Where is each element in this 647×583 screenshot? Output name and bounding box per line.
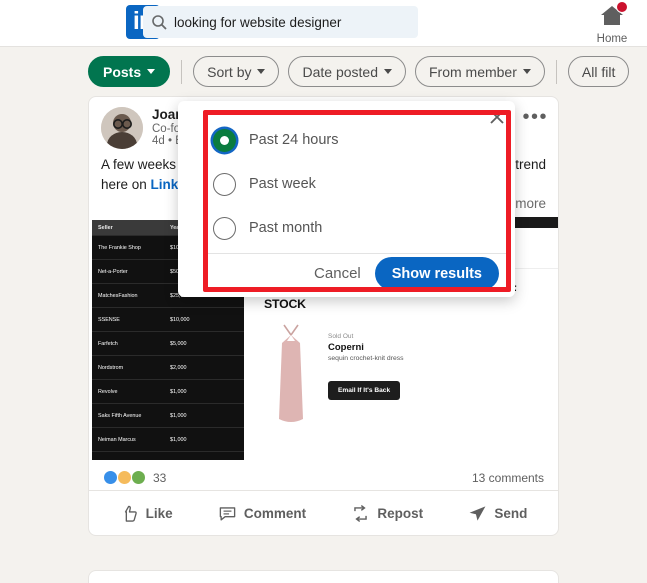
notification-badge bbox=[616, 1, 628, 13]
product-description: sequin crochet-knit dress bbox=[328, 355, 404, 363]
email-if-back-button[interactable]: Email If It's Back bbox=[328, 381, 401, 401]
option-past-24-hours[interactable]: Past 24 hours bbox=[213, 118, 503, 162]
option-past-month[interactable]: Past month bbox=[213, 206, 503, 250]
insightful-reaction-icon bbox=[117, 470, 132, 486]
option-past-week[interactable]: Past week bbox=[213, 162, 503, 206]
table-header-seller: Seller bbox=[98, 224, 113, 231]
chevron-down-icon bbox=[257, 69, 266, 74]
filter-all-filters-label: All filt bbox=[581, 63, 616, 80]
table-row: Revolve $1,000 bbox=[92, 380, 244, 405]
comment-bubble-icon bbox=[219, 506, 236, 521]
send-paper-plane-icon bbox=[469, 506, 486, 521]
radio-past-month[interactable] bbox=[213, 216, 236, 240]
modal-divider bbox=[208, 253, 508, 254]
send-label: Send bbox=[494, 505, 528, 521]
option-label-past-month: Past month bbox=[249, 220, 323, 236]
comment-button[interactable]: Comment bbox=[218, 504, 306, 523]
table-cell-seller: MatchesFashion bbox=[98, 292, 138, 299]
like-button[interactable]: Like bbox=[120, 504, 173, 523]
comment-label: Comment bbox=[243, 505, 307, 521]
repost-label: Repost bbox=[377, 505, 424, 521]
table-cell-seller: SSENSE bbox=[98, 316, 120, 323]
search-input[interactable] bbox=[174, 14, 404, 30]
filter-divider bbox=[555, 59, 557, 84]
nav-item-home[interactable]: Home bbox=[588, 1, 636, 45]
table-row: Neiman Marcus $1,000 bbox=[92, 428, 244, 453]
send-button[interactable]: Send bbox=[468, 504, 527, 523]
filter-posts-label: Posts bbox=[103, 63, 142, 80]
filter-pill-all-filters[interactable]: All filt bbox=[567, 56, 630, 87]
like-label: Like bbox=[145, 505, 173, 521]
chevron-down-icon bbox=[522, 69, 531, 74]
post-text-line-2-prefix: here on bbox=[101, 176, 151, 192]
table-cell-seller: Revolve bbox=[98, 388, 118, 395]
chevron-down-icon bbox=[383, 69, 392, 74]
table-cell-value: $10,000 bbox=[170, 316, 190, 323]
filter-divider bbox=[181, 59, 183, 84]
sold-out-label: Sold Out bbox=[328, 333, 354, 341]
radio-past-24-hours[interactable] bbox=[213, 128, 236, 152]
ellipsis-icon[interactable]: ••• bbox=[522, 107, 548, 127]
filter-from-member-label: From member bbox=[428, 63, 517, 80]
repost-icon bbox=[354, 504, 368, 522]
dress-product-image bbox=[268, 321, 314, 431]
avatar[interactable] bbox=[101, 107, 143, 149]
table-cell-seller: Net-a-Porter bbox=[98, 268, 128, 275]
repost-button[interactable]: Repost bbox=[351, 504, 423, 523]
table-cell-seller: Neiman Marcus bbox=[98, 436, 136, 443]
show-results-button[interactable]: Show results bbox=[374, 257, 499, 290]
option-label-past-week: Past week bbox=[249, 176, 316, 192]
filter-pill-sort-by[interactable]: Sort by bbox=[193, 56, 280, 87]
post-social-counts: 33 13 comments bbox=[89, 464, 558, 492]
linkedin-search-page: in Home Posts Sort by bbox=[0, 0, 647, 583]
search-filter-bar: Posts Sort by Date posted From member Al… bbox=[0, 47, 647, 96]
table-cell-value: $5,000 bbox=[170, 340, 187, 347]
product-block: Sold Out Coperni sequin crochet-knit dre… bbox=[246, 311, 558, 431]
table-row: SSENSE $10,000 bbox=[92, 308, 244, 333]
like-reaction-icon bbox=[103, 470, 118, 486]
search-box[interactable] bbox=[143, 6, 418, 38]
top-navigation-bar: in Home bbox=[0, 0, 647, 47]
option-label-past-24-hours: Past 24 hours bbox=[249, 132, 339, 148]
post-action-bar: Like Comment Repost Send bbox=[89, 491, 558, 535]
cancel-button[interactable]: Cancel bbox=[314, 265, 361, 282]
table-row: Farfetch $5,000 bbox=[92, 332, 244, 357]
reaction-summary[interactable]: 33 bbox=[103, 470, 167, 486]
table-cell-seller: The Frankie Shop bbox=[98, 244, 141, 251]
table-cell-seller: Nordstrom bbox=[98, 364, 124, 371]
product-info: Sold Out Coperni sequin crochet-knit dre… bbox=[328, 321, 404, 431]
support-reaction-icon bbox=[131, 470, 146, 486]
table-cell-value: $1,000 bbox=[170, 412, 187, 419]
table-cell-seller: Farfetch bbox=[98, 340, 118, 347]
nav-home-label: Home bbox=[596, 33, 628, 45]
next-post-card bbox=[88, 570, 559, 583]
thumbs-up-icon bbox=[124, 505, 137, 522]
table-row: Nordstrom $2,000 bbox=[92, 356, 244, 381]
filter-pill-posts[interactable]: Posts bbox=[88, 56, 171, 87]
table-cell-seller: Saks Fifth Avenue bbox=[98, 412, 142, 419]
table-row: Saks Fifth Avenue $1,000 bbox=[92, 404, 244, 429]
table-cell-value: $1,000 bbox=[170, 388, 187, 395]
search-icon bbox=[152, 15, 167, 30]
radio-past-week[interactable] bbox=[213, 172, 236, 196]
comments-count[interactable]: 13 comments bbox=[472, 471, 544, 485]
filter-date-posted-label: Date posted bbox=[302, 63, 378, 80]
date-posted-options: Past 24 hours Past week Past month bbox=[213, 118, 503, 250]
table-cell-value: $1,000 bbox=[170, 436, 187, 443]
chevron-down-icon bbox=[147, 69, 156, 74]
modal-footer: Cancel Show results bbox=[208, 255, 508, 292]
product-brand: Coperni bbox=[328, 342, 364, 354]
reaction-count: 33 bbox=[153, 470, 167, 485]
filter-sort-by-label: Sort by bbox=[207, 63, 252, 80]
table-cell-value: $2,000 bbox=[170, 364, 187, 371]
filter-pill-date-posted[interactable]: Date posted bbox=[288, 56, 406, 87]
filter-pill-from-member[interactable]: From member bbox=[414, 56, 545, 87]
home-icon bbox=[599, 1, 628, 27]
